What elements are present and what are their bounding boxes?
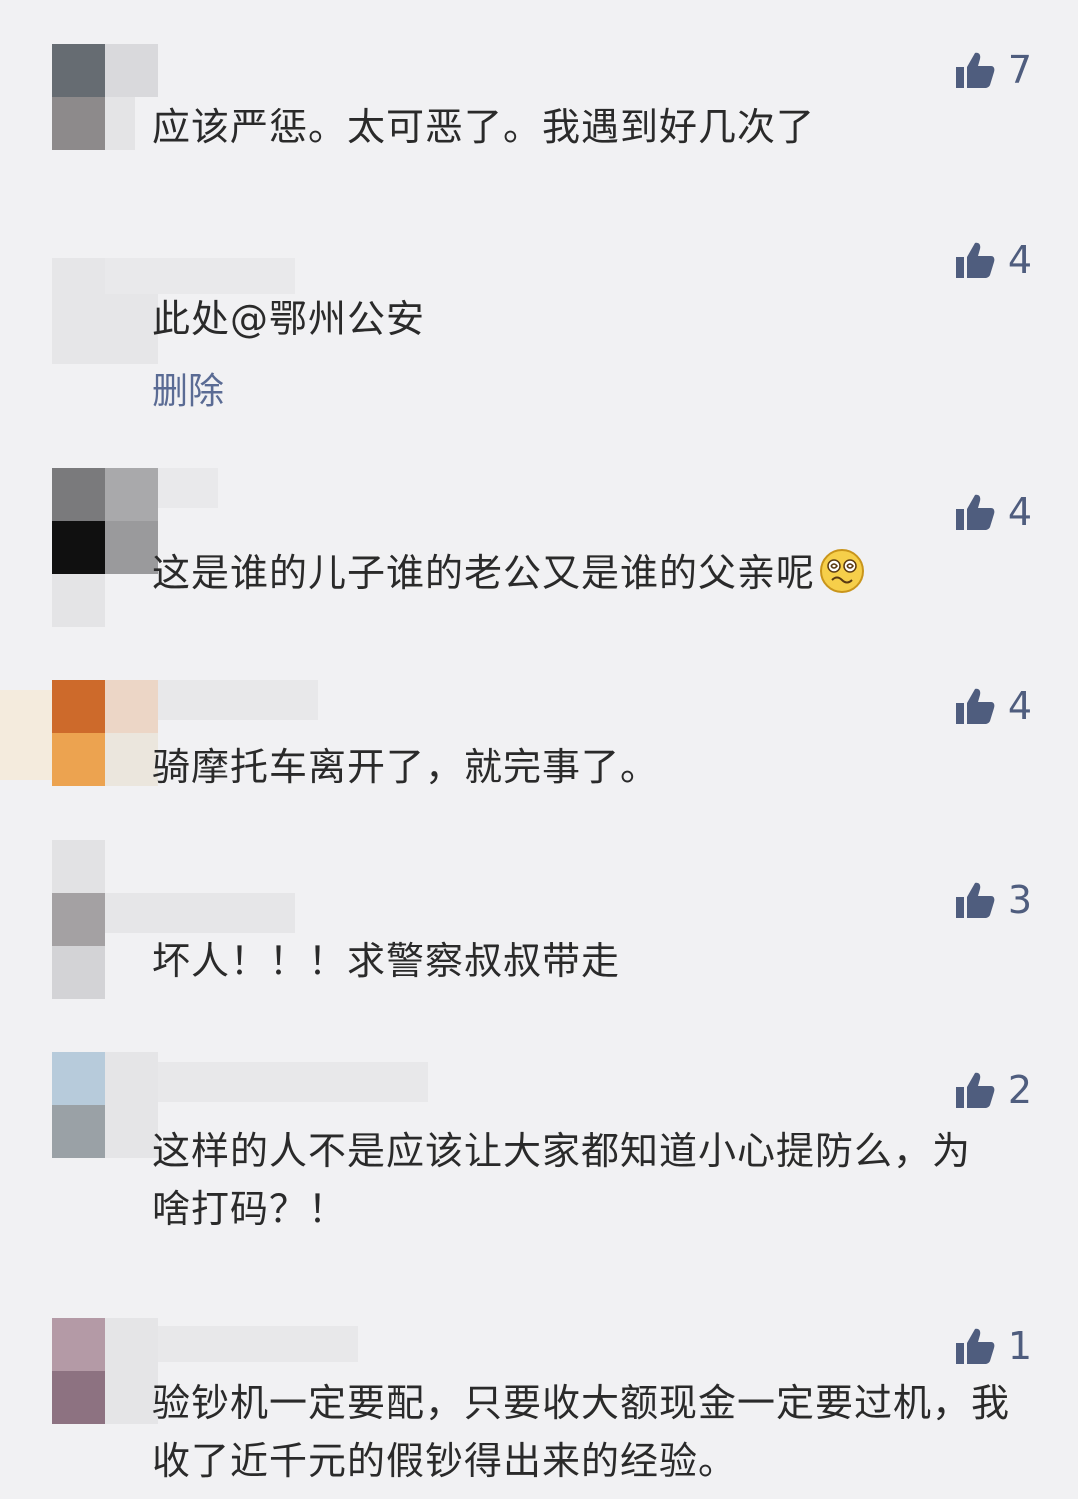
avatar-blurred[interactable] [0,680,318,786]
thumbs-up-icon [955,494,995,530]
avatar-blurred[interactable] [52,1318,358,1424]
comment-item: 4 骑摩托车离开了，就完事了。 [0,680,1078,800]
like-button[interactable]: 7 [954,50,1032,90]
avatar-blurred[interactable] [52,258,295,364]
like-count: 4 [1007,490,1032,534]
comment-text: 此处@鄂州公安 [152,297,426,341]
like-count: 4 [1007,238,1032,282]
thumbs-up-icon [955,242,995,278]
comment-text: 坏人！！！求警察叔叔带走 [152,939,621,983]
comment-item: 1 验钞机一定要配，只要收大额现金一定要过机，我收了近千元的假钞得出来的经验。 [0,1318,1078,1499]
avatar-blurred[interactable] [52,468,218,628]
like-count: 1 [1007,1324,1032,1368]
thumbs-up-icon [955,52,995,88]
like-button[interactable]: 3 [954,880,1032,920]
like-button[interactable]: 4 [954,492,1032,532]
thumbs-up-icon [955,882,995,918]
delete-link[interactable]: 删除 [152,362,224,414]
like-count: 7 [1007,48,1032,92]
like-count: 4 [1007,684,1032,728]
comment-item: 4 这是谁的儿子谁的老公又是谁的父亲呢 [0,466,1078,628]
dizzy-face-emoji [820,549,865,593]
comment-text: 应该严惩。太可恶了。我遇到好几次了 [152,105,816,149]
like-button[interactable]: 4 [954,240,1032,280]
thumbs-up-icon [955,1072,995,1108]
comment-item: 4 此处@鄂州公安 删除 [0,240,1078,440]
like-button[interactable]: 1 [954,1326,1032,1366]
comment-text: 验钞机一定要配，只要收大额现金一定要过机，我收了近千元的假钞得出来的经验。 [152,1381,1011,1483]
comment-item: 2 这样的人不是应该让大家都知道小心提防么，为啥打码？！ [0,1052,1078,1232]
avatar-blurred[interactable] [52,840,295,1000]
comment-item: 3 坏人！！！求警察叔叔带走 [0,840,1078,1000]
avatar-blurred[interactable] [52,44,158,150]
avatar-blurred[interactable] [52,1052,428,1158]
comment-text-body: 这是谁的儿子谁的老公又是谁的父亲呢 [152,551,816,595]
like-button[interactable]: 4 [954,686,1032,726]
comment-text: 骑摩托车离开了，就完事了。 [152,745,660,789]
like-count: 2 [1007,1068,1032,1112]
comment-text: 这是谁的儿子谁的老公又是谁的父亲呢 [152,544,1012,602]
thumbs-up-icon [955,1328,995,1364]
thumbs-up-icon [955,688,995,724]
comment-text: 这样的人不是应该让大家都知道小心提防么，为啥打码？！ [152,1129,972,1231]
comment-item: 7 应该严惩。太可恶了。我遇到好几次了 [0,40,1078,190]
like-button[interactable]: 2 [954,1070,1032,1110]
like-count: 3 [1007,878,1032,922]
